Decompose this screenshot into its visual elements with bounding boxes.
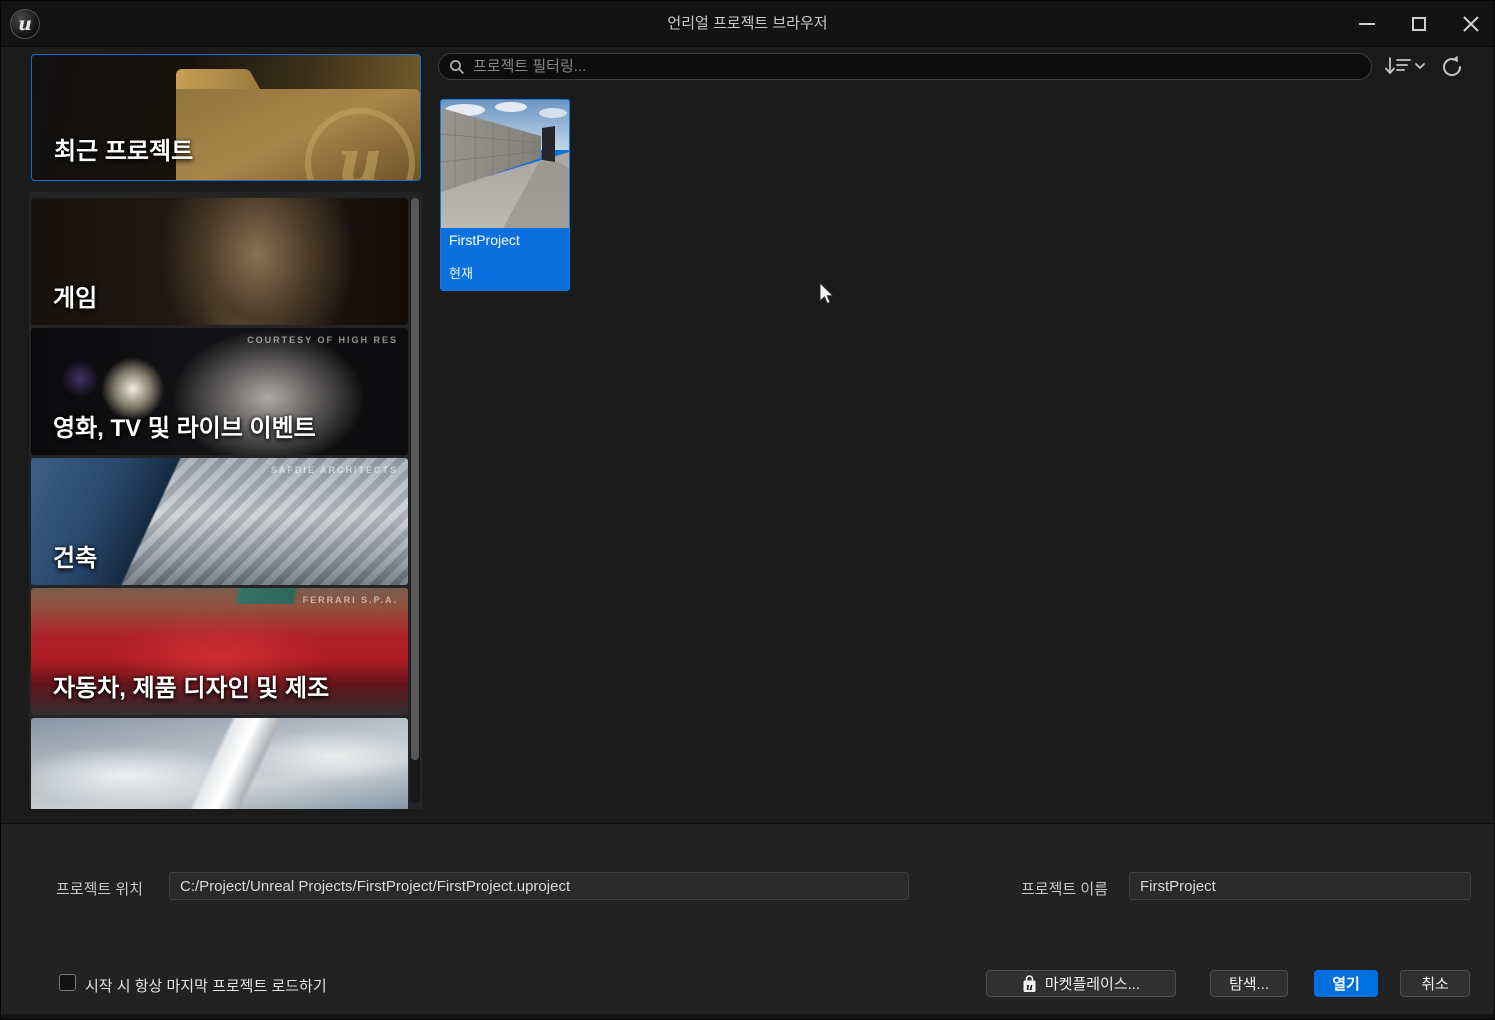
open-button[interactable]: 열기	[1314, 970, 1378, 997]
autoload-checkbox[interactable]	[59, 974, 76, 991]
category-tile-automotive[interactable]: FERRARI S.P.A. 자동차, 제품 디자인 및 제조	[31, 588, 408, 715]
category-credit: COURTESY OF HIGH RES	[247, 335, 398, 345]
minimize-icon	[1359, 23, 1375, 25]
category-tile-simulation[interactable]	[31, 718, 408, 809]
project-card-firstproject[interactable]: FirstProject 현재	[440, 99, 570, 291]
project-filter-bar	[438, 53, 1372, 80]
refresh-icon	[1443, 55, 1462, 76]
close-button[interactable]	[1456, 9, 1486, 39]
project-name-field[interactable]	[1129, 872, 1471, 900]
search-icon	[450, 59, 464, 74]
sort-button[interactable]	[1383, 54, 1427, 78]
window-bottom-edge	[1, 1014, 1494, 1019]
svg-text:u: u	[1026, 981, 1033, 992]
category-label: 영화, TV 및 라이브 이벤트	[53, 415, 316, 442]
project-name-label: 프로젝트 이름	[1021, 881, 1108, 898]
category-tile-film-tv[interactable]: COURTESY OF HIGH RES 영화, TV 및 라이브 이벤트	[31, 328, 408, 455]
marketplace-button-label: 마켓플레이스...	[1044, 976, 1141, 993]
browse-button[interactable]: 탐색...	[1210, 970, 1288, 997]
gold-folder-icon: u	[176, 68, 420, 181]
browse-button-label: 탐색...	[1228, 976, 1270, 993]
project-location-label: 프로젝트 위치	[56, 881, 143, 898]
maximize-button[interactable]	[1404, 9, 1434, 39]
marketplace-bag-icon: u	[1023, 974, 1036, 992]
category-label: 자동차, 제품 디자인 및 제조	[53, 675, 330, 702]
cancel-button-label: 취소	[1421, 976, 1449, 993]
project-name: FirstProject	[449, 232, 520, 248]
scrollbar-thumb[interactable]	[411, 198, 419, 760]
recent-projects-label: 최근 프로젝트	[54, 138, 194, 165]
project-thumbnail	[441, 100, 569, 228]
close-icon	[1463, 16, 1479, 32]
refresh-button[interactable]	[1439, 54, 1465, 80]
svg-text:u: u	[337, 125, 382, 181]
recent-projects-tile[interactable]: u 최근 프로젝트	[31, 54, 421, 181]
category-credit: SAFDIE ARCHITECTS	[270, 465, 398, 475]
project-status-badge: 현재	[449, 266, 473, 281]
category-label: 게임	[53, 285, 98, 312]
project-location-field[interactable]	[169, 872, 909, 900]
footer-panel: 프로젝트 위치 프로젝트 이름 시작 시 항상 마지막 프로젝트 로드하기 u …	[1, 824, 1494, 1015]
maximize-icon	[1412, 17, 1426, 31]
category-label: 건축	[53, 545, 98, 572]
project-filter-input[interactable]	[473, 58, 1361, 75]
category-scrollbar[interactable]	[410, 198, 420, 803]
marketplace-button[interactable]: u 마켓플레이스...	[986, 970, 1176, 997]
autoload-label: 시작 시 항상 마지막 프로젝트 로드하기	[85, 978, 327, 995]
cancel-button[interactable]: 취소	[1400, 970, 1470, 997]
mouse-cursor	[819, 282, 835, 305]
minimize-button[interactable]	[1352, 9, 1382, 39]
category-tile-games[interactable]: 게임	[31, 198, 408, 325]
title-bar: u 언리얼 프로젝트 브라우저	[1, 1, 1494, 47]
sort-icon	[1385, 57, 1425, 74]
category-list: 게임 COURTESY OF HIGH RES 영화, TV 및 라이브 이벤트…	[29, 192, 423, 809]
unreal-project-browser-window: u 언리얼 프로젝트 브라우저 u 최근 프로젝트 게임 COURTESY OF…	[0, 0, 1495, 1020]
category-credit: FERRARI S.P.A.	[302, 595, 398, 605]
window-title: 언리얼 프로젝트 브라우저	[667, 15, 828, 32]
category-tile-architecture[interactable]: SAFDIE ARCHITECTS 건축	[31, 458, 408, 585]
open-button-label: 열기	[1332, 976, 1360, 993]
